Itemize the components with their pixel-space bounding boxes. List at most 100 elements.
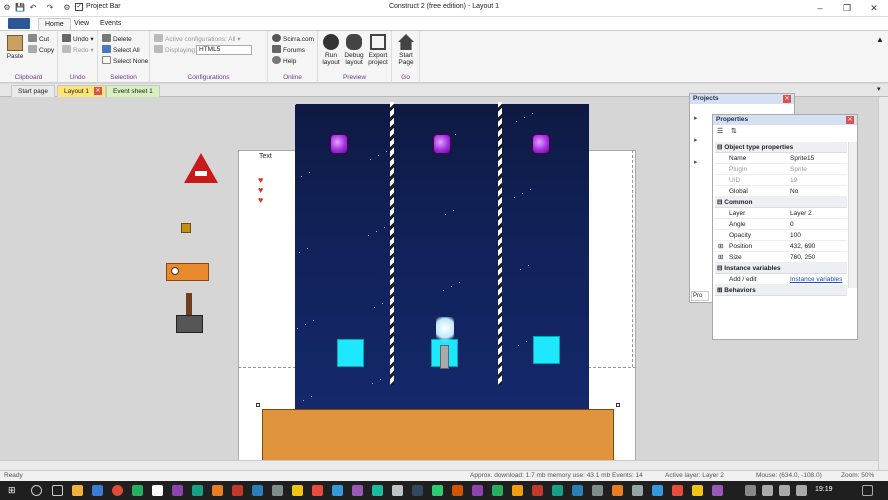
close-button[interactable]: ✕ — [860, 0, 888, 16]
active-configurations-dropdown[interactable]: Active configurations: All ▾ — [154, 34, 241, 45]
app-icon[interactable] — [272, 485, 283, 496]
edge-icon[interactable] — [92, 485, 103, 496]
app-icon[interactable] — [332, 485, 343, 496]
app-icon[interactable] — [692, 485, 703, 496]
barrier-pole[interactable] — [390, 102, 394, 385]
app-icon[interactable] — [672, 485, 683, 496]
warning-triangle-sprite[interactable] — [184, 153, 218, 183]
property-section-header[interactable]: ⊟ Instance variables — [715, 263, 847, 274]
debug-layout-button[interactable]: Debug layout — [342, 34, 366, 66]
app-icon[interactable] — [632, 485, 643, 496]
doc-tab-layout-1[interactable]: Layout 1 ✕ — [57, 85, 106, 97]
scirra-link[interactable]: Scirra.com — [272, 34, 314, 45]
tray-icon[interactable] — [745, 485, 756, 496]
app-icon[interactable] — [532, 485, 543, 496]
file-explorer-icon[interactable] — [72, 485, 83, 496]
expand-icon[interactable]: ⊞ — [718, 252, 723, 263]
app-icon[interactable] — [212, 485, 223, 496]
tab-home[interactable]: Home — [38, 18, 71, 30]
doc-tab-event-sheet-1[interactable]: Event sheet 1 — [106, 85, 160, 97]
cut-button[interactable]: Cut — [28, 34, 49, 45]
categorized-view-icon[interactable]: ☰ — [717, 127, 723, 135]
text-object[interactable]: Text — [259, 153, 272, 160]
lever-sprite[interactable] — [176, 315, 203, 333]
app-icon[interactable] — [192, 485, 203, 496]
app-icon[interactable] — [412, 485, 423, 496]
properties-close-icon[interactable]: ✕ — [846, 116, 854, 124]
app-icon[interactable] — [512, 485, 523, 496]
help-link[interactable]: Help — [272, 56, 296, 67]
app-icon[interactable] — [252, 485, 263, 496]
export-project-button[interactable]: Export project — [366, 34, 390, 66]
clock[interactable]: 19:19 — [815, 486, 833, 493]
tray-icon[interactable] — [762, 485, 773, 496]
barrier-pole[interactable] — [498, 102, 502, 385]
property-section-header[interactable]: ⊟ Common — [715, 197, 847, 208]
rocket-sprite[interactable] — [440, 345, 449, 369]
app-icon[interactable] — [132, 485, 143, 496]
notifications-icon[interactable] — [862, 485, 873, 496]
undo-button[interactable]: Undo ▾ — [62, 34, 94, 45]
app-icon[interactable] — [572, 485, 583, 496]
minimize-button[interactable]: – — [806, 0, 834, 16]
forums-link[interactable]: Forums — [272, 45, 305, 56]
select-none-button[interactable]: Select None — [102, 56, 148, 67]
expand-icon[interactable]: ⊞ — [718, 241, 723, 252]
windows-start-icon[interactable]: ⊞ — [8, 485, 19, 496]
redo-button[interactable]: Redo ▾ — [62, 45, 94, 56]
vertical-scrollbar[interactable] — [878, 97, 888, 470]
app-icon[interactable] — [492, 485, 503, 496]
cyan-block-sprite[interactable] — [533, 336, 560, 364]
app-icon[interactable] — [312, 485, 323, 496]
app-icon[interactable] — [552, 485, 563, 496]
purple-gem-sprite[interactable] — [329, 133, 349, 155]
app-icon[interactable] — [352, 485, 363, 496]
tab-list-chevron-icon[interactable]: ▾ — [877, 85, 881, 93]
hearts-sprite[interactable]: ♥ ♥ ♥ — [258, 175, 263, 205]
doc-tab-start-page[interactable]: Start page — [11, 85, 55, 97]
app-icon[interactable] — [712, 485, 723, 496]
rocket-flame-sprite[interactable] — [436, 317, 454, 345]
selection-handle[interactable] — [256, 403, 260, 407]
app-icon[interactable] — [232, 485, 243, 496]
task-view-icon[interactable] — [52, 485, 63, 496]
chrome-icon[interactable] — [112, 485, 123, 496]
app-icon[interactable] — [152, 485, 163, 496]
app-icon[interactable] — [432, 485, 443, 496]
properties-scrollbar[interactable] — [848, 142, 857, 288]
selection-handle[interactable] — [616, 403, 620, 407]
sort-az-icon[interactable]: ⇅ — [731, 127, 737, 135]
ribbon-collapse-icon[interactable]: ▲ — [876, 35, 884, 44]
coin-sprite[interactable] — [181, 223, 191, 233]
copy-button[interactable]: Copy — [28, 45, 54, 56]
app-icon[interactable] — [452, 485, 463, 496]
purple-gem-sprite[interactable] — [531, 133, 551, 155]
app-icon[interactable] — [652, 485, 663, 496]
projects-tab[interactable]: Pro — [691, 291, 709, 301]
app-icon[interactable] — [172, 485, 183, 496]
maximize-button[interactable]: ❐ — [833, 0, 861, 16]
close-tab-icon[interactable]: ✕ — [93, 87, 102, 95]
file-menu-icon[interactable] — [8, 18, 30, 29]
instance-variables-link[interactable]: Instance variables — [790, 274, 842, 285]
displaying-select[interactable]: HTML5 — [196, 45, 252, 55]
run-layout-button[interactable]: Run layout — [320, 34, 342, 66]
purple-gem-sprite[interactable] — [432, 133, 452, 155]
app-icon[interactable] — [372, 485, 383, 496]
app-icon[interactable] — [612, 485, 623, 496]
network-icon[interactable] — [779, 485, 790, 496]
start-page-button[interactable]: Start Page — [394, 34, 418, 66]
horizontal-scrollbar[interactable] — [0, 460, 878, 470]
search-icon[interactable] — [31, 485, 42, 496]
delete-button[interactable]: Delete — [102, 34, 132, 45]
tab-events[interactable]: Events — [94, 18, 127, 30]
property-section-header[interactable]: ⊞ Behaviors — [715, 285, 847, 296]
app-icon[interactable] — [292, 485, 303, 496]
select-all-button[interactable]: Select All — [102, 45, 140, 56]
project-tree[interactable]: ▸ ▸ ▸ — [694, 108, 698, 174]
projects-close-icon[interactable]: ✕ — [783, 95, 791, 103]
cyan-block-sprite[interactable] — [337, 339, 364, 367]
volume-icon[interactable] — [796, 485, 807, 496]
app-icon[interactable] — [392, 485, 403, 496]
paste-button[interactable]: Paste — [4, 35, 26, 60]
